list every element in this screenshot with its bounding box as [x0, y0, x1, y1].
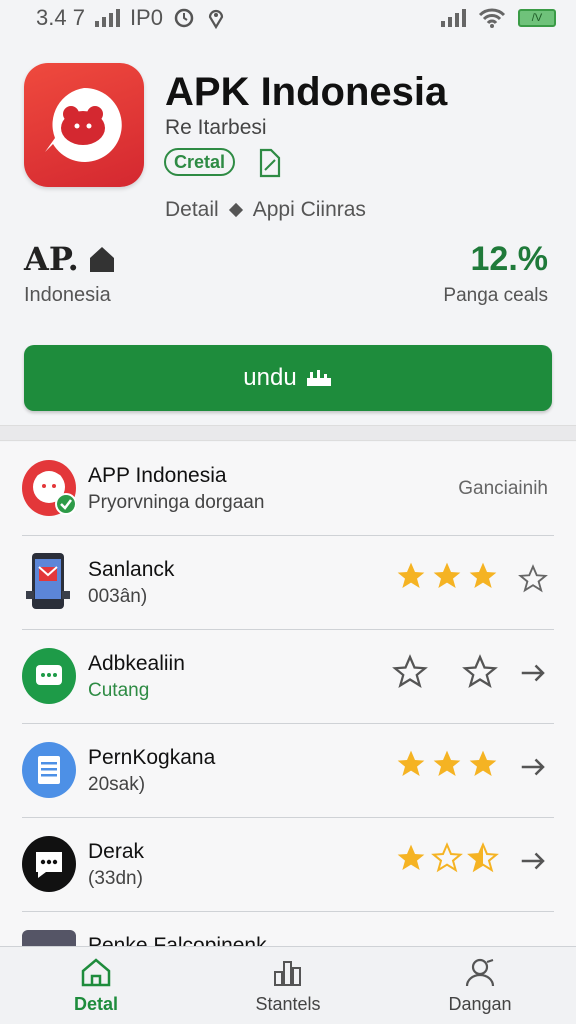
wifi-icon [478, 8, 506, 28]
red-app-icon [22, 460, 76, 516]
chat-green-icon [22, 648, 76, 704]
stat-left: AP. Indonesia [24, 240, 117, 307]
star-half-icon [467, 842, 499, 873]
user-icon [465, 958, 495, 987]
nav-stats-label: Stantels [255, 994, 321, 1014]
stat-right-value: 12.% [470, 240, 549, 278]
arrow-right-icon[interactable] [518, 658, 548, 688]
star-filled-icon [397, 562, 425, 588]
app-list: APP Indonesia Pryorvninga dorgaan Gancia… [0, 442, 576, 947]
app-title: APK Indonesia [165, 70, 448, 114]
stat-left-label: Indonesia [24, 284, 111, 306]
signal-icon [94, 9, 120, 27]
item-action-text[interactable]: Ganciainih [458, 478, 548, 500]
nav-stats[interactable]: Stantels [213, 956, 363, 1015]
star-filled-icon [433, 750, 461, 776]
item-title: APP Indonesia [88, 464, 227, 487]
meta-detail[interactable]: Detail [165, 198, 219, 222]
rating-stars [395, 748, 499, 780]
stat-right: 12.% Panga ceals [443, 240, 548, 307]
document-icon[interactable] [257, 148, 283, 178]
nav-profile-label: Dangan [448, 994, 512, 1014]
download-button-label: undu [243, 364, 297, 391]
doc-blue-icon [22, 742, 76, 798]
item-title: PernKogkana [88, 746, 216, 769]
separator-icon [228, 202, 243, 218]
cell-signal-icon [441, 9, 466, 27]
list-item[interactable]: Sanlanck 003ân) [22, 536, 554, 630]
item-subtitle: (33dn) [88, 868, 143, 889]
location-icon [208, 9, 224, 29]
home-icon [81, 958, 111, 987]
arrow-right-icon[interactable] [518, 752, 548, 782]
item-subtitle: Cutang [88, 680, 150, 701]
phone-icon [22, 553, 76, 610]
star-filled-icon [397, 844, 425, 870]
stat-right-label: Panga ceals [443, 285, 548, 306]
nav-profile[interactable]: Dangan [405, 956, 555, 1015]
item-title: Derak [88, 840, 145, 863]
star-outline-icon [462, 654, 498, 688]
download-icon [306, 370, 331, 386]
item-subtitle: 003ân) [88, 586, 148, 607]
chat-black-icon [22, 836, 76, 892]
alarm-icon [174, 8, 194, 28]
list-item[interactable]: APP Indonesia Pryorvninga dorgaan Gancia… [22, 442, 554, 536]
item-title: Adbkealiin [88, 652, 185, 675]
meta-category[interactable]: Appi Ciinras [253, 198, 366, 222]
list-item[interactable]: Adbkealiin Cutang [22, 630, 554, 724]
photo-icon [22, 930, 76, 947]
status-time: 3.4 7 [36, 5, 85, 30]
star-outline-icon [431, 842, 463, 873]
app-icon [24, 63, 144, 187]
status-bar: 3.4 7 IP0 /V [0, 0, 576, 36]
meta-row: Detail Appi Ciinras [165, 198, 366, 222]
arrow-right-icon[interactable] [518, 846, 548, 876]
nav-detail-label: Detal [73, 994, 118, 1014]
rating-stars [395, 842, 499, 874]
star-filled-icon [397, 750, 425, 776]
list-item[interactable]: Derak (33dn) [22, 818, 554, 912]
nav-detail[interactable]: Detal [21, 956, 171, 1015]
bottom-nav: Detal Stantels Dangan [0, 946, 576, 1024]
star-outline-icon[interactable] [518, 564, 548, 594]
list-item[interactable]: Penke Falcopinenk [22, 912, 554, 947]
item-subtitle: 20sak) [88, 774, 146, 795]
home-small-icon [89, 247, 114, 272]
chart-icon [274, 961, 301, 986]
star-filled-icon [469, 562, 497, 588]
star-filled-icon [433, 562, 461, 588]
item-title: Sanlanck [88, 558, 175, 581]
app-subtitle: Re Itarbesi [165, 116, 267, 139]
rating-stars [392, 654, 498, 690]
section-divider [0, 425, 576, 441]
status-carrier: IP0 [129, 5, 163, 30]
item-subtitle: Pryorvninga dorgaan [88, 492, 265, 513]
star-filled-icon [469, 750, 497, 776]
list-item[interactable]: PernKogkana 20sak) [22, 724, 554, 818]
stat-left-value: AP. [24, 240, 79, 278]
download-button[interactable]: undu [24, 345, 552, 411]
category-badge[interactable]: Cretal [164, 148, 236, 176]
star-outline-icon [392, 654, 428, 688]
battery-icon: /V [518, 9, 556, 27]
rating-stars [395, 560, 499, 592]
